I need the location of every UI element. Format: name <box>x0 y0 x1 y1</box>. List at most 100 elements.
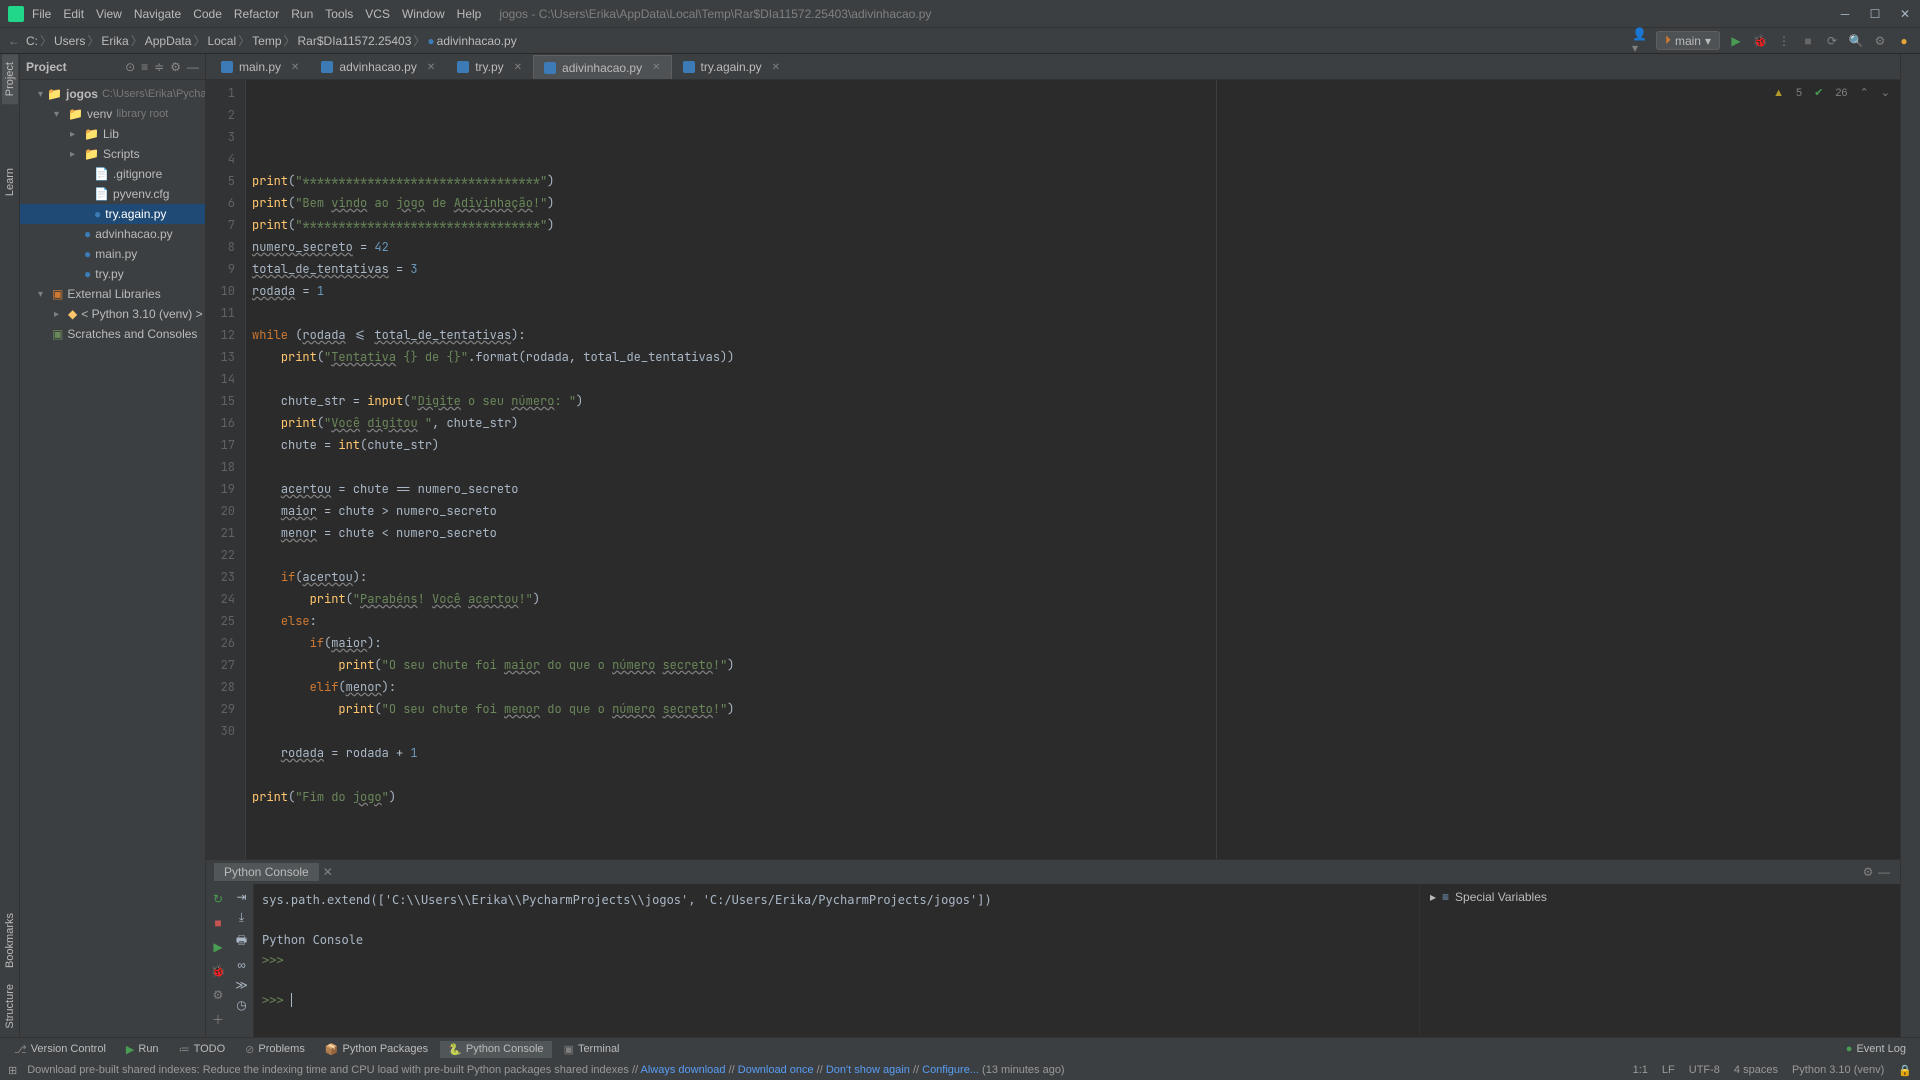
crumb[interactable]: AppData <box>145 34 192 48</box>
gear-icon[interactable]: ⚙ <box>1860 864 1876 880</box>
tw-terminal[interactable]: ▣Terminal <box>556 1041 628 1058</box>
soft-wrap-icon[interactable]: ⇥ <box>236 890 246 904</box>
interpreter[interactable]: Python 3.10 (venv) <box>1792 1064 1884 1077</box>
tree-try[interactable]: ●try.py <box>20 264 205 284</box>
tw-run[interactable]: ▶Run <box>118 1041 167 1058</box>
search-icon[interactable]: 🔍 <box>1848 33 1864 49</box>
menu-help[interactable]: Help <box>457 7 482 21</box>
menu-tools[interactable]: Tools <box>325 7 353 21</box>
tab-tryagain[interactable]: try.again.py✕ <box>672 55 792 79</box>
print-icon[interactable]: 🖶 <box>236 931 247 952</box>
tree-pyvenv[interactable]: 📄pyvenv.cfg <box>20 184 205 204</box>
menu-refactor[interactable]: Refactor <box>234 7 279 21</box>
encoding[interactable]: UTF-8 <box>1689 1064 1720 1077</box>
indent[interactable]: 4 spaces <box>1734 1064 1778 1077</box>
sidebar-tab-bookmarks[interactable]: Bookmarks <box>2 905 18 976</box>
expand-all-icon[interactable]: ≡ <box>141 60 148 74</box>
status-link[interactable]: Always download <box>641 1064 726 1076</box>
console-tab[interactable]: Python Console <box>214 863 319 881</box>
line-sep[interactable]: LF <box>1662 1064 1675 1077</box>
menu-run[interactable]: Run <box>291 7 313 21</box>
tw-event-log[interactable]: ●Event Log <box>1838 1041 1914 1057</box>
menu-code[interactable]: Code <box>193 7 222 21</box>
close-icon[interactable]: ✕ <box>291 62 299 73</box>
tree-python-env[interactable]: ▸◆< Python 3.10 (venv) > <box>20 304 205 324</box>
close-icon[interactable]: ✕ <box>323 865 333 879</box>
tw-python-console[interactable]: 🐍Python Console <box>440 1041 551 1058</box>
settings-icon[interactable]: ⚙ <box>209 986 227 1004</box>
menu-navigate[interactable]: Navigate <box>134 7 181 21</box>
run-button[interactable]: ▶ <box>1728 33 1744 49</box>
tw-problems[interactable]: ⊘Problems <box>237 1041 313 1058</box>
tree-lib[interactable]: ▸📁Lib <box>20 124 205 144</box>
crumb-file[interactable]: adivinhacao.py <box>437 34 517 48</box>
lock-icon[interactable]: 🔒 <box>1898 1064 1912 1077</box>
git-update-icon[interactable]: ⟳ <box>1824 33 1840 49</box>
gear-icon[interactable]: ⚙ <box>170 60 181 74</box>
debug-button[interactable]: 🐞 <box>1752 33 1768 49</box>
select-opened-file-icon[interactable]: ⊙ <box>125 60 135 74</box>
tree-gitignore[interactable]: 📄.gitignore <box>20 164 205 184</box>
tree-venv[interactable]: ▾📁venv library root <box>20 104 205 124</box>
crumb[interactable]: Local <box>207 34 236 48</box>
crumb[interactable]: Rar$DIa11572.25403 <box>298 34 412 48</box>
code-content[interactable]: print("*********************************… <box>246 80 1900 859</box>
tab-try[interactable]: try.py✕ <box>446 55 533 79</box>
close-button[interactable]: ✕ <box>1898 7 1912 21</box>
user-icon[interactable]: 👤▾ <box>1632 33 1648 49</box>
sidebar-tab-structure[interactable]: Structure <box>2 976 18 1037</box>
execute-icon[interactable]: ▶ <box>209 938 227 956</box>
close-icon[interactable]: ✕ <box>772 62 780 73</box>
attach-debugger-icon[interactable]: 🐞 <box>209 962 227 980</box>
crumb[interactable]: Users <box>54 34 85 48</box>
tab-advinhacao[interactable]: advinhacao.py✕ <box>310 55 446 79</box>
tree-tryagain[interactable]: ●try.again.py <box>20 204 205 224</box>
tree-scratches[interactable]: ▣Scratches and Consoles <box>20 324 205 344</box>
settings-icon[interactable]: ⚙ <box>1872 33 1888 49</box>
status-link[interactable]: Download once <box>738 1064 814 1076</box>
close-icon[interactable]: ✕ <box>514 62 522 73</box>
console-output[interactable]: sys.path.extend(['C:\\Users\\Erika\\Pych… <box>254 884 1420 1037</box>
sidebar-tab-project[interactable]: Project <box>2 54 18 104</box>
run-config-selector[interactable]: ⏵main▾ <box>1656 31 1720 50</box>
variables-view[interactable]: ▸≡Special Variables <box>1420 884 1900 1037</box>
close-icon[interactable]: ✕ <box>427 62 435 73</box>
scroll-end-icon[interactable]: ⤓ <box>239 910 244 925</box>
avatar-icon[interactable]: ● <box>1896 33 1912 49</box>
show-vars-icon[interactable]: ≫ <box>235 978 248 992</box>
tw-version-control[interactable]: ⎇Version Control <box>6 1041 114 1058</box>
new-console-icon[interactable]: ＋ <box>209 1010 227 1028</box>
hide-icon[interactable]: — <box>1876 864 1892 880</box>
menu-vcs[interactable]: VCS <box>365 7 390 21</box>
tw-todo[interactable]: ≔TODO <box>171 1041 234 1058</box>
status-link[interactable]: Don't show again <box>826 1064 910 1076</box>
code-editor[interactable]: 1234567891011121314151617181920212223242… <box>206 80 1900 859</box>
tree-adiv[interactable]: ●advinhacao.py <box>20 224 205 244</box>
history-icon[interactable]: ◷ <box>236 998 246 1012</box>
crumb[interactable]: Temp <box>252 34 281 48</box>
menu-window[interactable]: Window <box>402 7 445 21</box>
tree-ext-lib[interactable]: ▾▣External Libraries <box>20 284 205 304</box>
more-run-icon[interactable]: ⋮ <box>1776 33 1792 49</box>
stop-icon[interactable]: ■ <box>209 914 227 932</box>
maximize-button[interactable]: ☐ <box>1868 7 1882 21</box>
close-icon[interactable]: ✕ <box>652 62 660 73</box>
crumb[interactable]: Erika <box>101 34 128 48</box>
tab-adivinhacao[interactable]: adivinhacao.py✕ <box>533 55 671 79</box>
sidebar-tab-learn[interactable]: Learn <box>2 160 18 204</box>
tw-packages[interactable]: 📦Python Packages <box>317 1041 436 1058</box>
rerun-icon[interactable]: ↻ <box>209 890 227 908</box>
tree-main[interactable]: ●main.py <box>20 244 205 264</box>
chevron-right-icon[interactable]: ▸ <box>1430 890 1436 904</box>
caret-position[interactable]: 1:1 <box>1633 1064 1648 1077</box>
menu-edit[interactable]: Edit <box>63 7 84 21</box>
tool-windows-icon[interactable]: ⊞ <box>8 1064 17 1077</box>
hide-icon[interactable]: — <box>187 60 199 74</box>
crumb[interactable]: C: <box>26 34 38 48</box>
chevron-up-icon[interactable]: ⌃ <box>1860 86 1869 99</box>
stop-icon[interactable]: ■ <box>1800 33 1816 49</box>
chevron-down-icon[interactable]: ⌄ <box>1881 86 1890 99</box>
tree-root[interactable]: ▾📁jogos C:\Users\Erika\Pycha <box>20 84 205 104</box>
status-link[interactable]: Configure... <box>922 1064 979 1076</box>
minimize-button[interactable]: ─ <box>1838 7 1852 21</box>
